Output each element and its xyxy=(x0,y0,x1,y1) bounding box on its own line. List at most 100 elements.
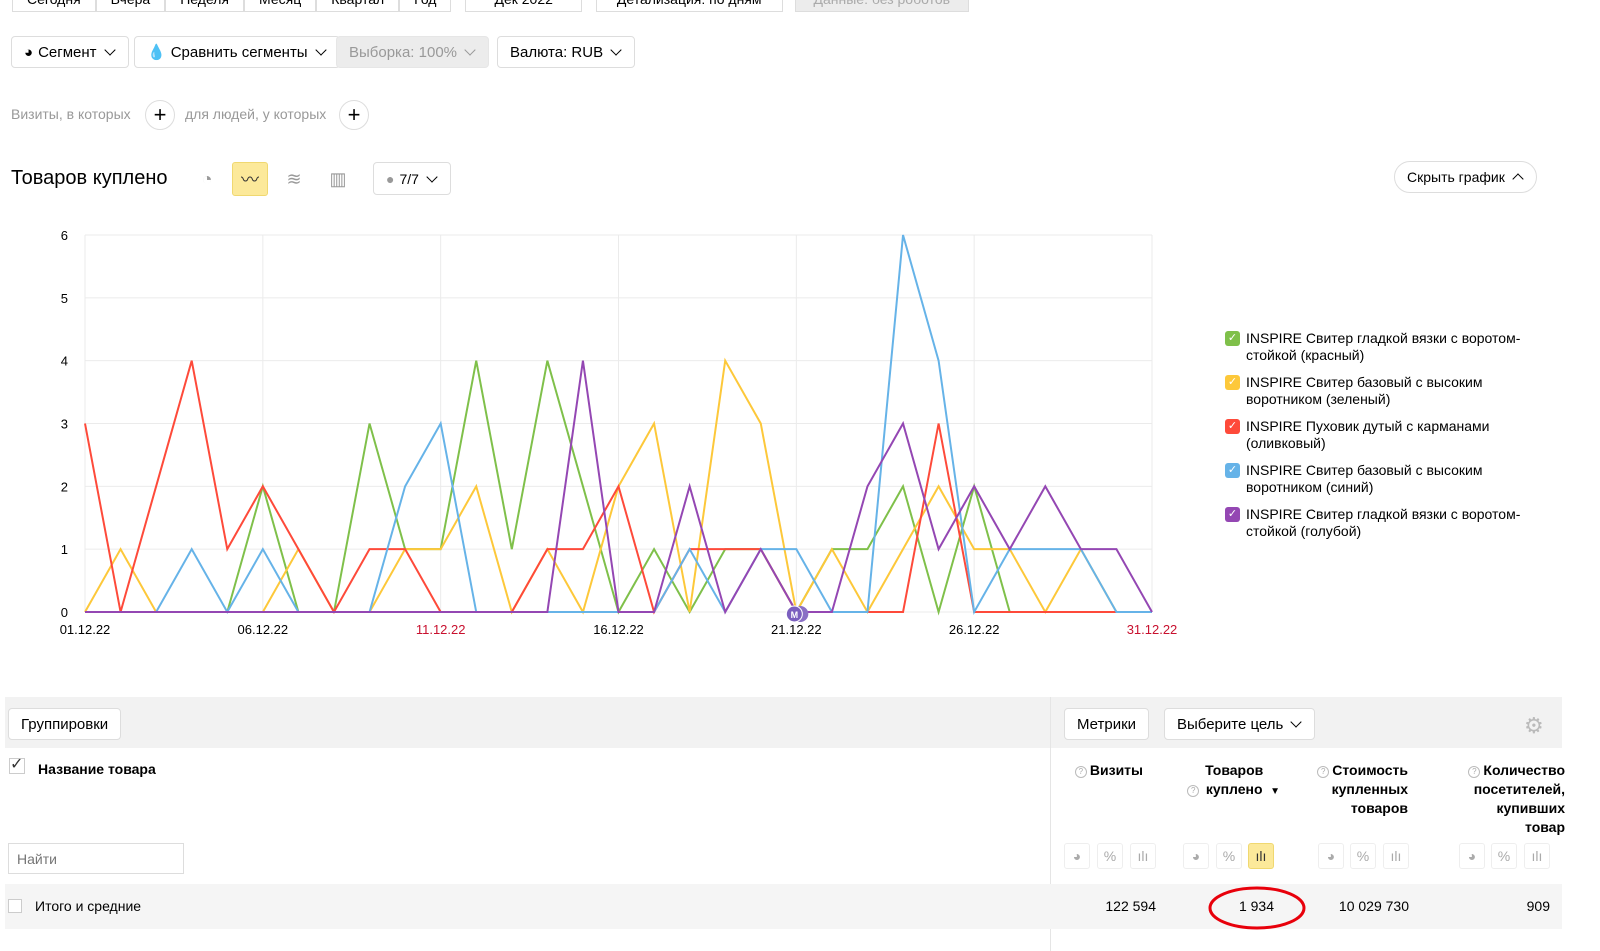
goal-label: Выберите цель xyxy=(1177,715,1284,733)
add-people-filter-button[interactable]: + xyxy=(339,100,369,130)
bars-view-icon[interactable]: ılı xyxy=(1248,843,1274,869)
pie-chart-icon[interactable]: ◔ xyxy=(189,162,225,196)
bars-view-icon[interactable]: ılı xyxy=(1524,843,1550,869)
checkbox-icon[interactable]: ✓ xyxy=(1225,331,1240,346)
period-quarter[interactable]: Квартал xyxy=(316,0,400,12)
legend-item[interactable]: ✓ INSPIRE Свитер гладкой вязки с воротом-… xyxy=(1225,330,1545,364)
dimension-header: Название товара xyxy=(38,761,156,777)
pie-view-icon[interactable]: ◕ xyxy=(1318,843,1344,869)
people-filter-label: для людей, у которых xyxy=(185,106,327,122)
legend-item[interactable]: ✓ INSPIRE Свитер базовый с высоким воротн… xyxy=(1225,462,1545,496)
goal-select[interactable]: Выберите цель xyxy=(1164,708,1316,740)
chevron-down-icon xyxy=(426,170,438,183)
totals-checkbox[interactable] xyxy=(8,899,22,913)
total-buyers: 909 xyxy=(1526,898,1550,914)
period-today[interactable]: Сегодня xyxy=(12,0,96,12)
metrics-button[interactable]: Метрики xyxy=(1064,708,1150,740)
chevron-up-icon xyxy=(1512,173,1524,185)
y-tick-label: 0 xyxy=(61,605,68,620)
annotation-marker-label: M xyxy=(791,610,799,620)
x-tick-label: 06.12.22 xyxy=(238,622,289,637)
legend-label: INSPIRE Свитер базовый с высоким воротни… xyxy=(1246,374,1483,407)
line-chart: 0 1 2 3 4 5 6 01.12.22 06.12.22 11.12.22 16.12.22 2… xyxy=(60,228,1178,637)
total-cost: 10 029 730 xyxy=(1338,898,1409,914)
bars-view-icon[interactable]: ılı xyxy=(1130,843,1156,869)
legend-label: INSPIRE Свитер гладкой вязки с воротом-с… xyxy=(1246,330,1521,363)
pie-view-icon[interactable]: ◕ xyxy=(1459,843,1485,869)
area-chart-icon[interactable]: ≋ xyxy=(276,162,312,196)
checkbox-icon[interactable]: ✓ xyxy=(1225,507,1240,522)
sample-label: Выборка: 100% xyxy=(349,43,457,61)
checkbox-icon[interactable]: ✓ xyxy=(1225,419,1240,434)
groupings-label: Группировки xyxy=(21,715,109,733)
y-tick-label: 6 xyxy=(61,228,68,243)
period-month[interactable]: Месяц xyxy=(244,0,317,12)
column-header-buyers[interactable]: ? Количество посетителей, купивших товар xyxy=(1455,761,1565,837)
y-tick-label: 2 xyxy=(61,479,68,494)
comment-icon: ● xyxy=(386,170,395,187)
bars-view-icon[interactable]: ılı xyxy=(1383,843,1409,869)
chevron-down-icon xyxy=(1290,716,1302,728)
help-icon[interactable]: ? xyxy=(1074,766,1087,778)
column-header-items-bought[interactable]: ?Товаров куплено ▼ xyxy=(1140,761,1280,801)
period-year[interactable]: Год xyxy=(399,0,452,12)
compare-segments-button[interactable]: 💧 Сравнить сегменты xyxy=(134,36,340,68)
y-tick-label: 5 xyxy=(61,291,68,306)
x-tick-label: 26.12.22 xyxy=(949,622,1000,637)
totals-row xyxy=(5,884,1562,929)
x-tick-label: 01.12.22 xyxy=(60,622,111,637)
checkbox-icon[interactable]: ✓ xyxy=(1225,375,1240,390)
column-header-cost[interactable]: ? Стоимость купленных товаров xyxy=(1288,761,1408,818)
add-visit-filter-button[interactable]: + xyxy=(145,100,175,130)
drops-icon: 💧 xyxy=(147,44,166,61)
currency-button[interactable]: Валюта: RUB xyxy=(497,36,636,68)
y-tick-label: 4 xyxy=(61,354,68,369)
column-header-visits[interactable]: ? Визиты xyxy=(1023,761,1143,780)
pie-icon: ◕ xyxy=(24,43,34,61)
legend-label: INSPIRE Свитер гладкой вязки с воротом-с… xyxy=(1246,506,1521,539)
chevron-down-icon xyxy=(464,44,476,56)
percent-view-icon[interactable]: % xyxy=(1097,843,1123,869)
help-icon[interactable]: ? xyxy=(1468,766,1481,778)
legend-item[interactable]: ✓ INSPIRE Свитер базовый с высоким воротн… xyxy=(1225,374,1545,408)
sort-desc-icon: ▼ xyxy=(1270,786,1280,797)
checkbox-icon[interactable]: ✓ xyxy=(1225,463,1240,478)
chart-legend: ✓ INSPIRE Свитер гладкой вязки с воротом-… xyxy=(1225,330,1545,550)
pie-view-icon[interactable]: ◕ xyxy=(1064,843,1090,869)
line-chart-icon[interactable]: 〰 xyxy=(232,162,268,196)
series-count: 7/7 xyxy=(399,170,419,187)
detail-select[interactable]: Детализация: по дням xyxy=(595,0,783,12)
period-yesterday[interactable]: Вчера xyxy=(95,0,166,12)
legend-item[interactable]: ✓ INSPIRE Пуховик дутый с карманами (олив… xyxy=(1225,418,1545,452)
legend-item[interactable]: ✓ INSPIRE Свитер гладкой вязки с воротом-… xyxy=(1225,506,1545,540)
pie-view-icon[interactable]: ◕ xyxy=(1183,843,1209,869)
highlight-ellipse xyxy=(1208,886,1306,930)
x-tick-label: 21.12.22 xyxy=(771,622,822,637)
percent-view-icon[interactable]: % xyxy=(1350,843,1376,869)
help-icon[interactable]: ? xyxy=(1187,785,1200,797)
groupings-button[interactable]: Группировки xyxy=(8,708,122,740)
metrics-label: Метрики xyxy=(1077,715,1137,733)
y-tick-label: 3 xyxy=(61,417,68,432)
gear-icon[interactable]: ⚙ xyxy=(1524,713,1544,739)
y-tick-label: 1 xyxy=(61,542,68,557)
date-picker[interactable]: Дек 2022 xyxy=(465,0,582,12)
hide-chart-button[interactable]: Скрыть график xyxy=(1394,161,1537,193)
bar-chart-icon[interactable]: ▥ xyxy=(320,162,356,196)
search-input[interactable] xyxy=(8,843,184,874)
segment-button[interactable]: ◕ Сегмент xyxy=(11,36,129,68)
chevron-down-icon xyxy=(103,44,116,56)
help-icon[interactable]: ? xyxy=(1317,766,1330,778)
percent-view-icon[interactable]: % xyxy=(1491,843,1517,869)
series-select[interactable]: ● 7/7 xyxy=(373,162,451,195)
period-week[interactable]: Неделя xyxy=(165,0,245,12)
chevron-down-icon xyxy=(610,44,622,56)
data-select[interactable]: Данные: без роботов xyxy=(794,0,970,12)
currency-label: Валюта: RUB xyxy=(510,43,604,61)
sample-button[interactable]: Выборка: 100% xyxy=(336,36,489,68)
compare-label: Сравнить сегменты xyxy=(170,43,308,61)
table-toolbar xyxy=(5,697,1562,748)
legend-label: INSPIRE Пуховик дутый с карманами (оливк… xyxy=(1246,418,1490,451)
dimension-checkbox[interactable]: ✓ xyxy=(9,757,25,774)
percent-view-icon[interactable]: % xyxy=(1216,843,1242,869)
